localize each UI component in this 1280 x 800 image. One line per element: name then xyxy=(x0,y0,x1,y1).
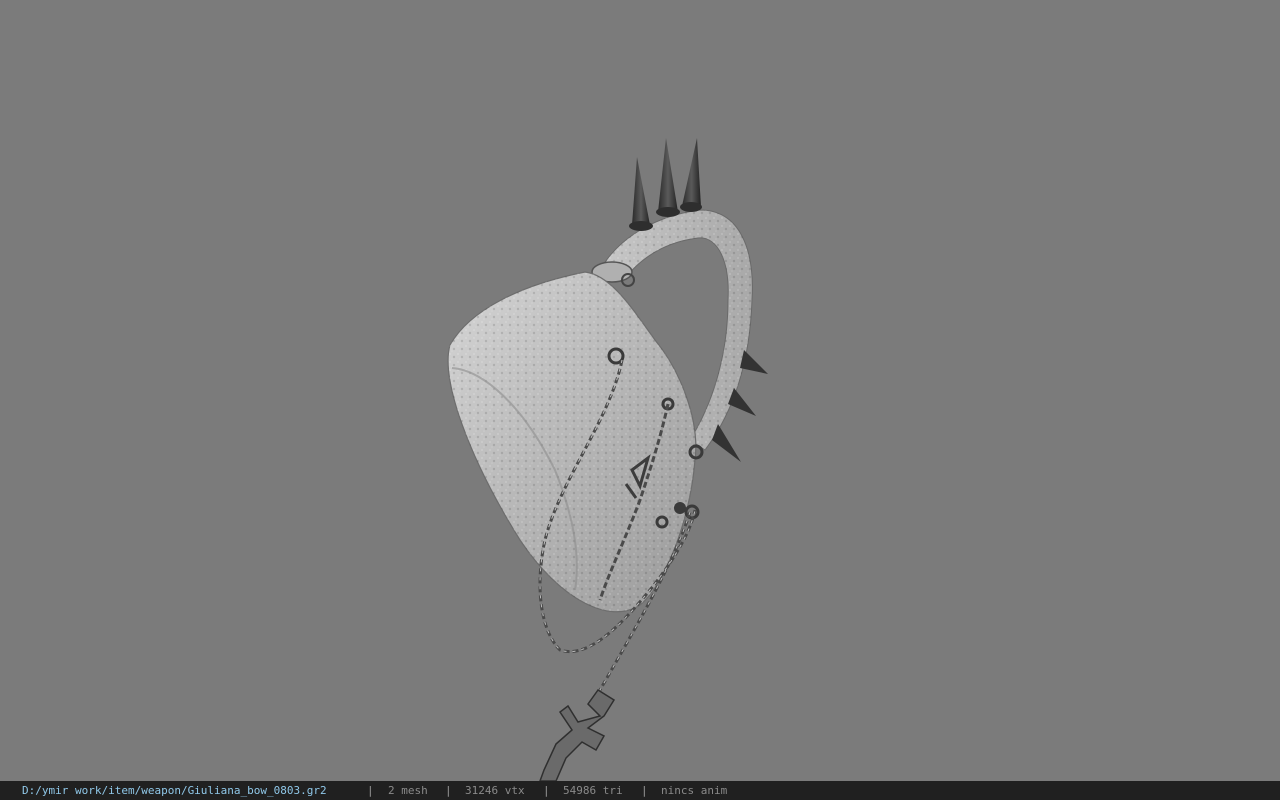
model-render xyxy=(447,138,768,781)
file-path: D:/ymir work/item/weapon/Giuliana_bow_08… xyxy=(22,784,327,797)
mesh-count: 2 mesh xyxy=(388,784,428,797)
vertex-count: 31246 vtx xyxy=(465,784,525,797)
separator: | xyxy=(367,784,374,797)
anim-state: nincs anim xyxy=(661,784,728,797)
cross-pendant xyxy=(539,688,616,781)
3d-viewport[interactable] xyxy=(0,0,1280,781)
separator: | xyxy=(543,784,550,797)
separator: | xyxy=(445,784,452,797)
triangle-count: 54986 tri xyxy=(563,784,623,797)
status-bar: D:/ymir work/item/weapon/Giuliana_bow_08… xyxy=(0,781,1280,800)
separator: | xyxy=(641,784,648,797)
